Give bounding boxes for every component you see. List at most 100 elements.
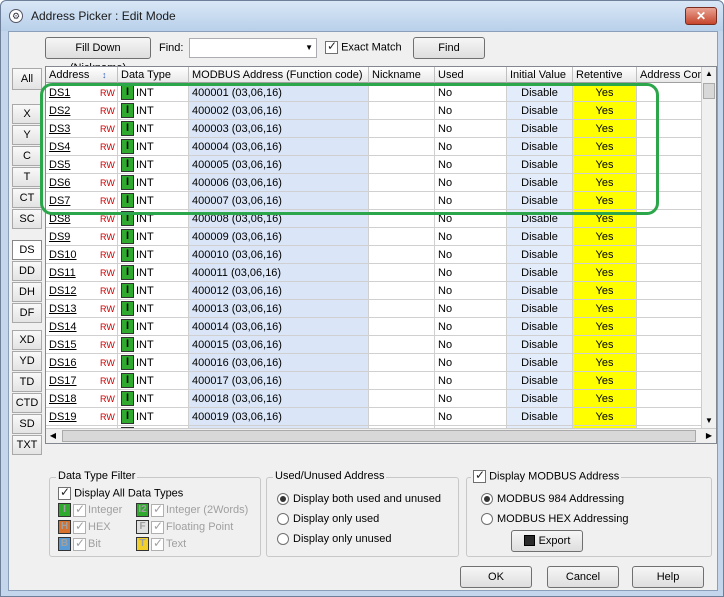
address-value[interactable]: DS10: [49, 249, 77, 261]
close-button[interactable]: ✕: [685, 7, 717, 25]
cell-nickname[interactable]: [369, 282, 435, 300]
table-row[interactable]: DS19 RW I INT 400019 (03,06,16) No Disable Yes: [46, 408, 716, 426]
type-filter-integer[interactable]: I Integer: [58, 502, 122, 517]
cell-nickname[interactable]: [369, 318, 435, 336]
cell-retentive[interactable]: Yes: [573, 354, 637, 372]
cell-nickname[interactable]: [369, 300, 435, 318]
cancel-button[interactable]: Cancel: [547, 566, 619, 588]
cell-type[interactable]: IINT: [118, 336, 189, 354]
table-row[interactable]: DS16 RW I INT 400016 (03,06,16) No Disable Yes: [46, 354, 716, 372]
cell-used[interactable]: No: [435, 318, 507, 336]
cell-nickname[interactable]: [369, 336, 435, 354]
exact-match-checkbox[interactable]: Exact Match: [325, 39, 402, 54]
display-modbus-checkbox[interactable]: Display MODBUS Address: [471, 468, 622, 483]
scroll-up-icon[interactable]: ▲: [702, 67, 716, 81]
cell-retentive[interactable]: Yes: [573, 372, 637, 390]
cell-type[interactable]: IINT: [118, 282, 189, 300]
cell-modbus[interactable]: 400010 (03,06,16): [189, 246, 369, 264]
type-filter-check-icon[interactable]: [73, 502, 86, 517]
table-row[interactable]: DS11 RW I INT 400011 (03,06,16) No Disable Yes: [46, 264, 716, 282]
sidebar-button-t[interactable]: T: [12, 167, 42, 187]
cell-nickname[interactable]: [369, 390, 435, 408]
sidebar-button-ctd[interactable]: CTD: [12, 393, 42, 413]
display-all-types-checkbox[interactable]: Display All Data Types: [58, 485, 183, 500]
column-header-3[interactable]: Nickname: [369, 67, 435, 83]
type-filter-floating-point[interactable]: F Floating Point: [136, 519, 233, 534]
type-filter-integer-2words-[interactable]: I2 Integer (2Words): [136, 502, 248, 517]
address-value[interactable]: DS19: [49, 411, 77, 423]
cell-used[interactable]: No: [435, 336, 507, 354]
type-filter-text[interactable]: T Text: [136, 536, 186, 551]
type-filter-hex[interactable]: H HEX: [58, 519, 111, 534]
display-all-check-icon[interactable]: [58, 485, 71, 500]
cell-used[interactable]: No: [435, 390, 507, 408]
type-filter-check-icon[interactable]: [151, 519, 164, 534]
cell-modbus[interactable]: 400015 (03,06,16): [189, 336, 369, 354]
cell-type[interactable]: IINT: [118, 264, 189, 282]
sidebar-button-ds[interactable]: DS: [12, 240, 42, 260]
table-row[interactable]: DS17 RW I INT 400017 (03,06,16) No Disable Yes: [46, 372, 716, 390]
column-header-4[interactable]: Used: [435, 67, 507, 83]
vertical-scroll-thumb[interactable]: [703, 83, 715, 99]
cell-address[interactable]: DS17 RW: [46, 372, 118, 390]
sidebar-button-td[interactable]: TD: [12, 372, 42, 392]
radio-icon[interactable]: [277, 493, 289, 506]
cell-type[interactable]: IINT: [118, 372, 189, 390]
cell-retentive[interactable]: Yes: [573, 390, 637, 408]
table-row[interactable]: DS13 RW I INT 400013 (03,06,16) No Disable Yes: [46, 300, 716, 318]
sidebar-button-ct[interactable]: CT: [12, 188, 42, 208]
cell-address[interactable]: DS10 RW: [46, 246, 118, 264]
cell-type[interactable]: IINT: [118, 354, 189, 372]
table-row[interactable]: DS9 RW I INT 400009 (03,06,16) No Disable Yes: [46, 228, 716, 246]
title-bar[interactable]: ⚙ Address Picker : Edit Mode ✕: [1, 1, 723, 31]
cell-address[interactable]: DS12 RW: [46, 282, 118, 300]
cell-nickname[interactable]: [369, 354, 435, 372]
column-header-0[interactable]: Address ↕: [46, 67, 118, 83]
cell-modbus[interactable]: 400017 (03,06,16): [189, 372, 369, 390]
cell-address[interactable]: DS13 RW: [46, 300, 118, 318]
sidebar-button-x[interactable]: X: [12, 104, 42, 124]
radio-icon[interactable]: [277, 513, 289, 526]
cell-modbus[interactable]: 400013 (03,06,16): [189, 300, 369, 318]
sidebar-button-all[interactable]: All: [12, 68, 42, 90]
address-value[interactable]: DS11: [49, 267, 76, 279]
cell-retentive[interactable]: Yes: [573, 300, 637, 318]
cell-modbus[interactable]: 400018 (03,06,16): [189, 390, 369, 408]
cell-used[interactable]: No: [435, 408, 507, 426]
column-header-2[interactable]: MODBUS Address (Function code): [189, 67, 369, 83]
cell-address[interactable]: DS15 RW: [46, 336, 118, 354]
table-row[interactable]: DS15 RW I INT 400015 (03,06,16) No Disable Yes: [46, 336, 716, 354]
cell-retentive[interactable]: Yes: [573, 282, 637, 300]
chevron-down-icon[interactable]: ▼: [305, 43, 313, 52]
cell-initial[interactable]: Disable: [507, 390, 573, 408]
cell-modbus[interactable]: 400014 (03,06,16): [189, 318, 369, 336]
cell-type[interactable]: IINT: [118, 408, 189, 426]
column-header-6[interactable]: Retentive: [573, 67, 637, 83]
sidebar-button-sc[interactable]: SC: [12, 209, 42, 229]
cell-used[interactable]: No: [435, 264, 507, 282]
help-button[interactable]: Help: [632, 566, 704, 588]
sidebar-button-c[interactable]: C: [12, 146, 42, 166]
horizontal-scrollbar[interactable]: ◀ ▶: [46, 428, 716, 443]
find-combobox[interactable]: ▼: [189, 38, 317, 58]
address-value[interactable]: DS16: [49, 357, 77, 369]
vertical-scrollbar[interactable]: ▲ ▼: [701, 67, 716, 428]
used-unused-radio-2[interactable]: Display only unused: [277, 533, 391, 546]
cell-modbus[interactable]: 400009 (03,06,16): [189, 228, 369, 246]
cell-modbus[interactable]: 400016 (03,06,16): [189, 354, 369, 372]
cell-address[interactable]: DS19 RW: [46, 408, 118, 426]
find-button[interactable]: Find: [413, 37, 485, 59]
cell-retentive[interactable]: Yes: [573, 228, 637, 246]
table-row[interactable]: DS12 RW I INT 400012 (03,06,16) No Disable Yes: [46, 282, 716, 300]
used-unused-radio-0[interactable]: Display both used and unused: [277, 493, 441, 506]
cell-used[interactable]: No: [435, 282, 507, 300]
modbus-addressing-radio-0[interactable]: MODBUS 984 Addressing: [481, 493, 624, 506]
table-row[interactable]: DS18 RW I INT 400018 (03,06,16) No Disable Yes: [46, 390, 716, 408]
display-modbus-check-icon[interactable]: [473, 468, 486, 483]
cell-initial[interactable]: Disable: [507, 354, 573, 372]
modbus-addressing-radio-1[interactable]: MODBUS HEX Addressing: [481, 513, 628, 526]
scroll-down-icon[interactable]: ▼: [702, 414, 716, 428]
used-unused-radio-1[interactable]: Display only used: [277, 513, 379, 526]
cell-initial[interactable]: Disable: [507, 300, 573, 318]
sidebar-button-txt[interactable]: TXT: [12, 435, 42, 455]
